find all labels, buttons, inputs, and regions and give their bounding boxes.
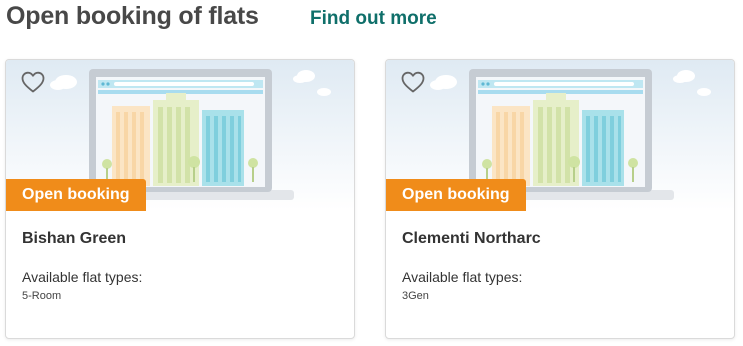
heart-outline-icon [401,71,425,93]
project-card[interactable]: Open booking Clementi Northarc Available… [385,59,735,339]
flat-types-value: 3Gen [402,290,429,302]
favourite-button[interactable] [400,70,426,94]
project-name: Bishan Green [22,230,127,247]
flat-types-label: Available flat types: [22,269,143,285]
status-badge: Open booking [386,179,526,211]
flat-types-value: 5-Room [22,290,62,302]
heart-outline-icon [21,71,45,93]
project-name: Clementi Northarc [402,230,541,247]
section-header: Open booking of flats Find out more [6,0,743,36]
favourite-button[interactable] [20,70,46,94]
status-badge: Open booking [6,179,146,211]
flat-types-label: Available flat types: [402,269,523,285]
project-card[interactable]: Open booking Bishan Green Available flat… [5,59,355,339]
page-title: Open booking of flats [6,2,259,30]
find-out-more-link[interactable]: Find out more [310,8,437,30]
